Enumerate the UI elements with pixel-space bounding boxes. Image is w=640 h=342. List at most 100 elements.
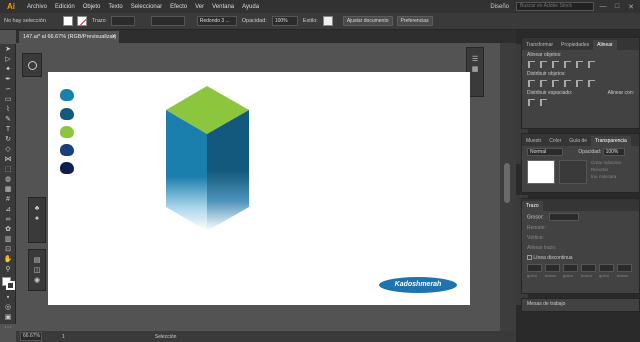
artboard[interactable]: Kadoshmerah bbox=[48, 72, 470, 305]
tab-guia[interactable]: Guía de bbox=[565, 136, 591, 146]
blend-tool-icon[interactable]: ∞ bbox=[3, 216, 13, 224]
shape-builder-tool-icon[interactable]: ◍ bbox=[3, 176, 13, 184]
clip-checkbox[interactable]: Recortar bbox=[591, 167, 621, 172]
perspective-grid-tool-icon[interactable]: ▦ bbox=[3, 186, 13, 194]
close-icon[interactable]: ✕ bbox=[111, 31, 116, 43]
menu-ayuda[interactable]: Ayuda bbox=[238, 4, 263, 10]
dist-bottom-icon[interactable] bbox=[552, 80, 559, 87]
eraser-tool-icon[interactable]: ◇ bbox=[3, 146, 13, 154]
menu-seleccionar[interactable]: Seleccionar bbox=[127, 4, 166, 10]
layers-icon[interactable]: ▤ bbox=[32, 257, 42, 265]
vertical-scrollbar[interactable] bbox=[500, 43, 516, 331]
free-transform-tool-icon[interactable]: ⬚ bbox=[3, 166, 13, 174]
artboards-panel-title[interactable]: Mesas de trabajo bbox=[522, 299, 639, 309]
menu-ventana[interactable]: Ventana bbox=[208, 4, 238, 10]
tab-trazo[interactable]: Trazo bbox=[522, 201, 543, 211]
align-bottom-icon[interactable] bbox=[588, 61, 595, 68]
tab-transparencia[interactable]: Transparencia bbox=[591, 136, 631, 146]
links-icon[interactable]: ◉ bbox=[32, 277, 42, 285]
align-hcenter-icon[interactable] bbox=[540, 61, 547, 68]
make-mask-button[interactable]: Crear máscara bbox=[591, 160, 621, 165]
variable-width-dropdown[interactable] bbox=[150, 16, 185, 26]
dist-hcenter-icon[interactable] bbox=[576, 80, 583, 87]
more-tools-icon[interactable]: ··· bbox=[3, 324, 13, 332]
drawing-modes-icon[interactable]: ◎ bbox=[3, 304, 13, 312]
menu-texto[interactable]: Texto bbox=[104, 4, 126, 10]
style-swatch[interactable] bbox=[322, 16, 333, 26]
screen-mode-icon[interactable]: ▣ bbox=[3, 314, 13, 322]
gap-field-2[interactable] bbox=[581, 264, 596, 272]
menu-ver[interactable]: Ver bbox=[191, 4, 208, 10]
gap-field-3[interactable] bbox=[617, 264, 632, 272]
minimize-button[interactable]: — bbox=[598, 3, 608, 10]
zoom-tool-icon[interactable]: ⚲ bbox=[3, 266, 13, 274]
space-horizontal-icon[interactable] bbox=[540, 99, 547, 106]
dist-right-icon[interactable] bbox=[588, 80, 595, 87]
dash-field-2[interactable] bbox=[563, 264, 578, 272]
dashed-line-checkbox[interactable] bbox=[527, 255, 532, 261]
menu-efecto[interactable]: Efecto bbox=[166, 4, 191, 10]
tab-color[interactable]: Color bbox=[545, 136, 565, 146]
magic-wand-tool-icon[interactable]: ✦ bbox=[3, 66, 13, 74]
scrollbar-thumb[interactable] bbox=[504, 163, 510, 203]
pen-tool-icon[interactable]: ✒ bbox=[3, 76, 13, 84]
tab-transformar[interactable]: Transformar bbox=[522, 40, 557, 50]
artboards-icon[interactable]: ◫ bbox=[32, 267, 42, 275]
swatch-blob-5[interactable] bbox=[60, 162, 74, 174]
rotate-tool-icon[interactable]: ↻ bbox=[3, 136, 13, 144]
brushes-icon[interactable] bbox=[28, 61, 37, 70]
document-tab[interactable]: 147.ai* al 66.67% (RGB/Previsualizar) ✕ bbox=[19, 31, 119, 43]
selection-tool-icon[interactable]: ➤ bbox=[3, 46, 13, 54]
swatch-blob-3[interactable] bbox=[60, 126, 74, 138]
ajustar-documento-button[interactable]: Ajustar documento bbox=[342, 16, 393, 26]
tab-muestras[interactable]: Muestr bbox=[522, 136, 545, 146]
swatch-blob-4[interactable] bbox=[60, 144, 74, 156]
swatch-blob-2[interactable] bbox=[60, 108, 74, 120]
space-vertical-icon[interactable] bbox=[528, 99, 535, 106]
align-vcenter-icon[interactable] bbox=[576, 61, 583, 68]
curvature-tool-icon[interactable]: ∽ bbox=[3, 86, 13, 94]
zoom-field[interactable]: 66.67% bbox=[20, 332, 42, 341]
symbol-sprayer-tool-icon[interactable]: ✿ bbox=[3, 226, 13, 234]
workspace-switcher[interactable]: Diseño bbox=[490, 4, 509, 10]
properties-icon[interactable]: ☰ bbox=[470, 56, 480, 64]
shaper-tool-icon[interactable]: ✎ bbox=[3, 116, 13, 124]
cube-illustration[interactable] bbox=[164, 84, 254, 234]
preferencias-button[interactable]: Preferencias bbox=[396, 16, 433, 26]
close-window-button[interactable]: ✕ bbox=[626, 3, 636, 11]
dist-top-icon[interactable] bbox=[528, 80, 535, 87]
dist-left-icon[interactable] bbox=[564, 80, 571, 87]
swatch-blob-1[interactable] bbox=[60, 89, 74, 101]
graph-tool-icon[interactable]: ▥ bbox=[3, 236, 13, 244]
stroke-swatch[interactable] bbox=[76, 16, 87, 26]
align-left-icon[interactable] bbox=[528, 61, 535, 68]
transparency-opacity-field[interactable]: 100% bbox=[602, 148, 625, 156]
adobe-stock-search[interactable]: Buscar en Adobe Stock bbox=[516, 2, 594, 11]
tab-alinear[interactable]: Alinear bbox=[593, 40, 617, 50]
menu-archivo[interactable]: Archivo bbox=[23, 4, 51, 10]
align-top-icon[interactable] bbox=[564, 61, 571, 68]
dist-vcenter-icon[interactable] bbox=[540, 80, 547, 87]
graphic-styles-icon[interactable]: ♠ bbox=[32, 215, 42, 223]
artboard-navigator[interactable]: 1 bbox=[62, 334, 65, 340]
type-tool-icon[interactable]: T bbox=[3, 126, 13, 134]
gap-field-1[interactable] bbox=[545, 264, 560, 272]
fill-stroke-widget[interactable] bbox=[0, 276, 15, 292]
stroke-weight-dropdown[interactable] bbox=[110, 16, 135, 26]
direct-selection-tool-icon[interactable]: ▷ bbox=[3, 56, 13, 64]
dash-field-3[interactable] bbox=[599, 264, 614, 272]
mesh-tool-icon[interactable]: # bbox=[3, 196, 13, 204]
tab-propiedades[interactable]: Propiedades bbox=[557, 40, 593, 50]
rectangle-tool-icon[interactable]: ▭ bbox=[3, 96, 13, 104]
stroke-weight-field[interactable] bbox=[549, 213, 580, 221]
brand-logo-oval[interactable]: Kadoshmerah bbox=[379, 277, 457, 293]
width-tool-icon[interactable]: ⋈ bbox=[3, 156, 13, 164]
eyedropper-tool-icon[interactable]: ⊿ bbox=[3, 206, 13, 214]
paintbrush-tool-icon[interactable]: ⌇ bbox=[3, 106, 13, 114]
opacity-field[interactable]: 100% bbox=[271, 16, 298, 26]
hand-tool-icon[interactable]: ✋ bbox=[3, 256, 13, 264]
symbols-icon[interactable]: ♣ bbox=[32, 205, 42, 213]
brush-dropdown[interactable]: Redondo 3 ... bbox=[196, 16, 237, 26]
maximize-button[interactable]: □ bbox=[612, 3, 622, 10]
menu-objeto[interactable]: Objeto bbox=[79, 4, 105, 10]
